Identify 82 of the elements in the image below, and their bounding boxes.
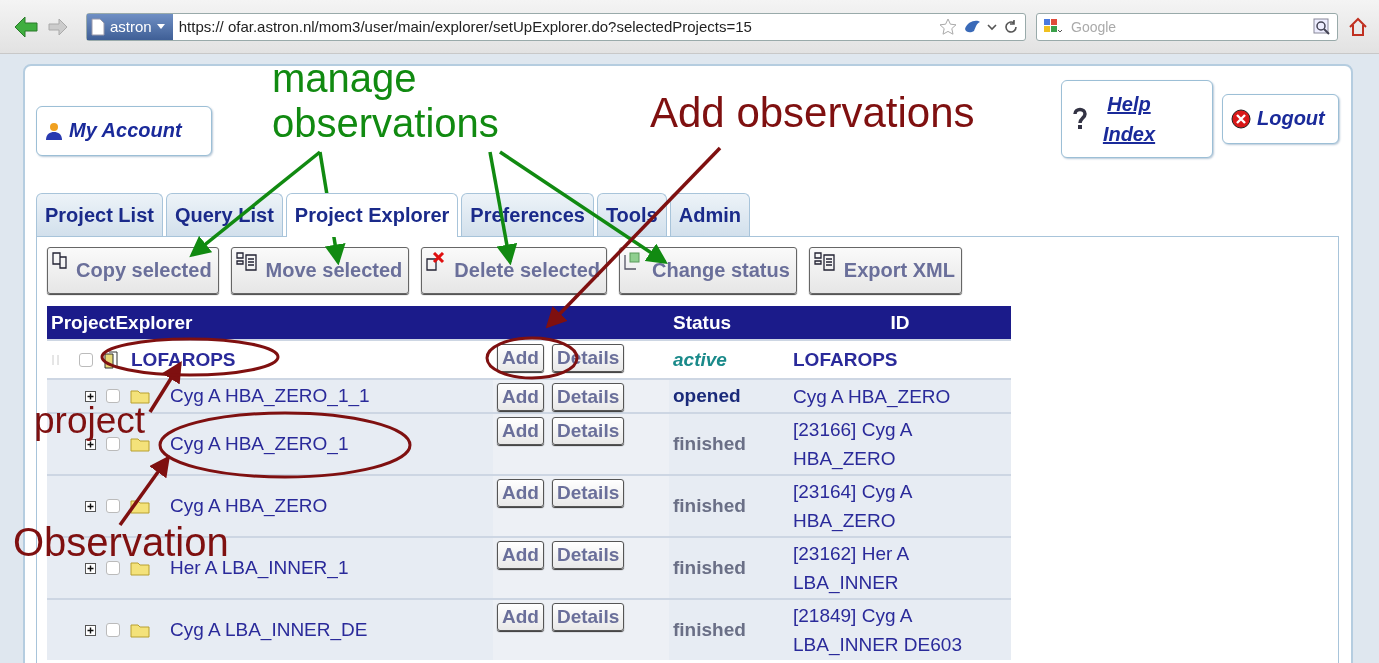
expand-icon[interactable]	[85, 390, 96, 402]
expand-icon[interactable]	[85, 500, 96, 512]
id-text: [21849] Cyg A LBA_INNER DE603	[793, 604, 963, 658]
project-icon	[103, 350, 119, 369]
id-text: Cyg A HBA_ZERO	[793, 384, 952, 410]
tab[interactable]: Project List	[36, 193, 163, 236]
question-icon	[1072, 106, 1088, 131]
checkbox[interactable]	[106, 561, 120, 575]
my-account-button[interactable]: My Account	[36, 105, 212, 156]
status-text: finished	[673, 619, 746, 640]
add-button[interactable]: Add	[497, 603, 544, 631]
status-text: finished	[673, 557, 746, 578]
status-text: active	[673, 348, 727, 370]
address-bar[interactable]: astron https:// ofar.astron.nl/mom3/user/main/explorer/setUpExplorer.do?selectedProjects=15	[86, 12, 1026, 41]
tab[interactable]: Project Explorer	[285, 193, 459, 237]
document-icon	[813, 252, 836, 272]
action-button[interactable]: Move selected	[230, 247, 410, 294]
expand-icon[interactable]	[85, 562, 96, 574]
observation-link[interactable]: Her A LBA_INNER_1	[170, 557, 349, 579]
id-text: LOFAROPS	[793, 348, 899, 372]
annotation-label: Add observations	[650, 95, 975, 131]
details-button[interactable]: Details	[551, 383, 625, 411]
checkbox[interactable]	[106, 389, 120, 403]
column-header: Status	[669, 306, 789, 340]
details-button[interactable]: Details	[551, 541, 625, 569]
bookmark-icon[interactable]	[963, 18, 981, 35]
checkbox[interactable]	[106, 499, 120, 513]
folder-icon	[130, 560, 150, 576]
id-text: [23162] Her A LBA_INNER	[793, 542, 910, 596]
observation-link[interactable]: Cyg A LBA_INNER_DE	[170, 619, 368, 641]
observation-link[interactable]: Cyg A HBA_ZERO_1	[170, 433, 349, 455]
close-icon	[1231, 108, 1251, 129]
status-text: finished	[673, 433, 746, 454]
add-button[interactable]: Add	[497, 417, 544, 445]
status-text: finished	[673, 495, 746, 516]
checkbox[interactable]	[79, 352, 93, 367]
annotation-label: Observation	[13, 525, 229, 559]
details-button[interactable]: Details	[551, 603, 625, 631]
caret-icon	[156, 24, 165, 29]
id-text: [23166] Cyg A HBA_ZERO	[793, 418, 913, 472]
action-button[interactable]: Copy selected	[47, 247, 219, 294]
delete-icon	[426, 252, 447, 272]
annotation-arrow	[118, 455, 171, 526]
help-index-link[interactable]: Help Index	[1094, 88, 1164, 149]
url-text: https:// ofar.astron.nl/mom3/user/main/explorer/setUpExplorer.do?selectedProjects=15	[178, 18, 753, 35]
action-button[interactable]: Export XML	[808, 247, 962, 294]
user-icon	[45, 120, 63, 141]
expand-icon[interactable]	[85, 624, 96, 636]
reload-icon[interactable]	[1003, 18, 1019, 35]
star-icon[interactable]	[939, 17, 957, 36]
details-button[interactable]: Details	[551, 417, 625, 445]
annotation-label: manage observations	[272, 56, 500, 146]
search-input[interactable]: Google	[1069, 17, 1307, 36]
site-badge[interactable]: astron	[87, 13, 173, 40]
back-icon[interactable]	[14, 15, 38, 38]
status-text: opened	[673, 385, 741, 406]
id-text: [23164] Cyg A HBA_ZERO	[793, 480, 913, 534]
add-button[interactable]: Add	[497, 479, 544, 507]
action-button[interactable]: Change status	[619, 247, 797, 294]
document-icon	[235, 252, 258, 272]
help-button[interactable]: Help Index	[1061, 79, 1213, 158]
copy-icon	[52, 252, 68, 272]
folder-icon	[130, 388, 150, 404]
details-button[interactable]: Details	[551, 479, 625, 507]
add-button[interactable]: Add	[497, 383, 544, 411]
folder-icon	[130, 622, 150, 638]
checkbox[interactable]	[106, 623, 120, 637]
project-link[interactable]: LOFAROPS	[131, 348, 236, 371]
add-button[interactable]: Add	[497, 541, 544, 569]
column-header: ID	[789, 306, 1011, 340]
annotation-label: project	[34, 402, 146, 440]
observation-link[interactable]: Cyg A HBA_ZERO	[170, 495, 328, 517]
search-bar[interactable]: Google	[1036, 12, 1338, 41]
page-icon	[91, 17, 105, 36]
logout-button[interactable]: Logout	[1222, 93, 1339, 144]
tab[interactable]: Admin	[669, 193, 750, 236]
action-button[interactable]: Delete selected	[421, 247, 607, 294]
home-icon[interactable]	[1348, 16, 1368, 37]
column-header: ProjectExplorer	[47, 306, 669, 340]
caret-icon[interactable]	[987, 22, 997, 31]
search-icon[interactable]	[1313, 17, 1331, 36]
add-button[interactable]: Add	[497, 344, 544, 372]
